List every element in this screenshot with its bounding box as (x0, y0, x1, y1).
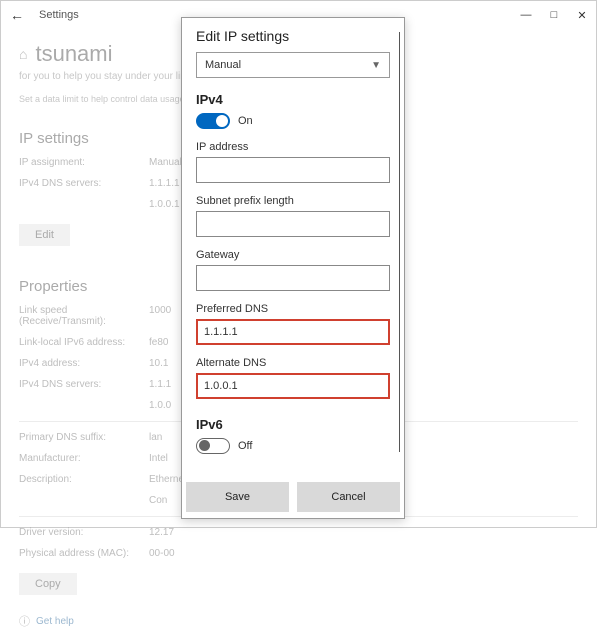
ipv4-address-label: IPv4 address: (19, 358, 149, 369)
edit-button[interactable]: Edit (19, 224, 70, 246)
ipv4-dns-servers-label: IPv4 DNS servers: (19, 379, 149, 390)
subnet-prefix-input[interactable] (196, 211, 390, 237)
ip-mode-select[interactable]: Manual ▼ (196, 52, 390, 78)
ipv6-toggle-label: Off (238, 440, 252, 452)
ipv4-toggle-label: On (238, 115, 253, 127)
copy-button[interactable]: Copy (19, 573, 77, 595)
ip-mode-selected: Manual (205, 59, 241, 71)
window-title: Settings (39, 9, 79, 21)
ipv6-heading: IPv6 (196, 417, 390, 432)
back-button[interactable]: ← (7, 7, 27, 23)
ip-address-input[interactable] (196, 157, 390, 183)
cancel-button[interactable]: Cancel (297, 482, 400, 512)
ipv4-heading: IPv4 (196, 92, 390, 107)
scrollbar[interactable] (399, 32, 400, 452)
chevron-down-icon: ▼ (371, 60, 381, 71)
gateway-input[interactable] (196, 265, 390, 291)
preferred-dns-input[interactable] (196, 319, 390, 345)
ipv4-dns-label: IPv4 DNS servers: (19, 178, 149, 189)
settings-window: ← Settings — □ ✕ ⌂ tsunami for you to he… (0, 0, 597, 528)
preferred-dns-label: Preferred DNS (196, 303, 390, 315)
manufacturer-label: Manufacturer: (19, 453, 149, 464)
home-icon: ⌂ (19, 46, 27, 62)
save-button[interactable]: Save (186, 482, 289, 512)
ipv4-toggle[interactable] (196, 113, 230, 129)
description-label: Description: (19, 474, 149, 485)
ipv4-dns-value2: 1.0.0.1 (149, 199, 180, 210)
subnet-prefix-label: Subnet prefix length (196, 195, 390, 207)
link-local-label: Link-local IPv6 address: (19, 337, 149, 348)
maximize-button[interactable]: □ (540, 1, 568, 29)
mac-label: Physical address (MAC): (19, 548, 149, 559)
link-speed-label: Link speed (Receive/Transmit): (19, 305, 149, 327)
network-name: tsunami (35, 41, 112, 67)
driver-version-label: Driver version: (19, 527, 149, 538)
get-help-link[interactable]: ⓘ Get help (19, 613, 578, 629)
alternate-dns-label: Alternate DNS (196, 357, 390, 369)
ip-assignment-value: Manual (149, 157, 182, 168)
edit-ip-settings-dialog: Edit IP settings Manual ▼ IPv4 On IP add… (181, 17, 405, 519)
close-button[interactable]: ✕ (568, 1, 596, 29)
minimize-button[interactable]: — (512, 1, 540, 29)
alternate-dns-input[interactable] (196, 373, 390, 399)
ipv6-toggle[interactable] (196, 438, 230, 454)
help-icon: ⓘ (19, 613, 30, 629)
gateway-label: Gateway (196, 249, 390, 261)
ip-address-label: IP address (196, 141, 390, 153)
ip-assignment-label: IP assignment: (19, 157, 149, 168)
dialog-title: Edit IP settings (196, 28, 390, 44)
ipv4-dns-value: 1.1.1.1 (149, 178, 180, 189)
primary-dns-label: Primary DNS suffix: (19, 432, 149, 443)
